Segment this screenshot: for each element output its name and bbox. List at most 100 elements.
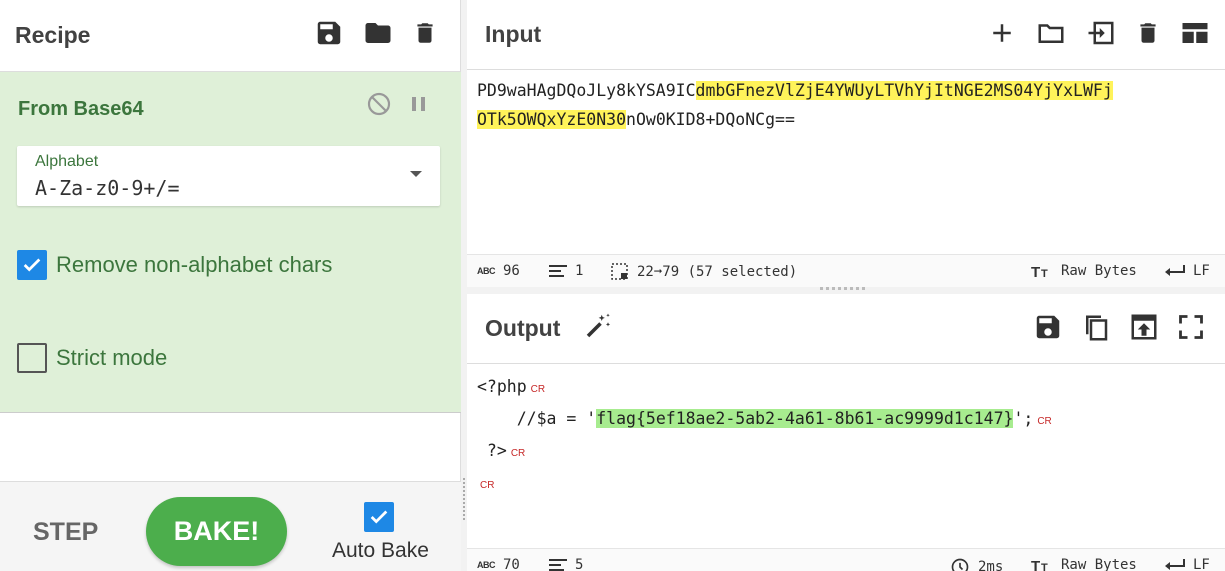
remove-non-alphabet-option[interactable]: Remove non-alphabet chars [17, 250, 332, 280]
input-title: Input [485, 21, 542, 47]
text-encoding-icon: TT [1031, 558, 1048, 571]
input-encoding: Raw Bytes [1061, 263, 1137, 279]
alphabet-select[interactable]: Alphabet A-Za-z0-9+/= [17, 146, 440, 206]
bake-controls: STEP BAKE! Auto Bake [0, 481, 461, 571]
output-actions [1033, 312, 1205, 344]
input-length-stat: ABC 96 [477, 263, 520, 279]
input-encoding-stat[interactable]: TT Raw Bytes [1031, 263, 1137, 279]
input-lines: 1 [575, 263, 584, 279]
output-encoding-stat[interactable]: TT Raw Bytes [1031, 557, 1137, 571]
input-actions [987, 18, 1211, 48]
input-text-area[interactable]: PD9waHAgDQoJLy8kYSA9ICdmbGFnezVlZjE4YWUy… [467, 70, 1225, 140]
length-abc-icon: ABC [477, 560, 496, 570]
svg-text:T: T [1041, 562, 1048, 571]
selection-icon [611, 263, 628, 280]
output-line-1: <?php [477, 377, 527, 396]
input-length: 96 [503, 263, 520, 279]
magic-wand-icon[interactable] [582, 311, 614, 346]
strict-mode-checkbox[interactable] [17, 343, 47, 373]
input-selection-part2: OTk5OWQxYzE0N30 [477, 110, 627, 129]
cr-marker: CR [530, 384, 546, 395]
text-encoding-icon: TT [1031, 264, 1048, 279]
output-line-3: ?> [477, 441, 507, 460]
svg-text:T: T [1031, 558, 1040, 571]
add-tab-plus-icon[interactable] [987, 18, 1017, 48]
pause-breakpoint-icon[interactable] [409, 92, 429, 121]
length-abc-icon: ABC [477, 266, 496, 276]
cr-marker: CR [1037, 416, 1052, 427]
open-input-icon[interactable] [1085, 18, 1117, 48]
cyberchef-app: Recipe From Base64 Alphabet A-Za-z0-9+/=… [0, 0, 1225, 571]
eol-arrow-icon [1165, 559, 1185, 570]
output-lines-stat: 5 [549, 557, 583, 571]
clock-icon [951, 558, 969, 571]
lines-icon [549, 265, 567, 277]
output-flag-highlight: flag{5ef18ae2-5ab2-4a61-8b61-ac9999d1c14… [596, 409, 1014, 428]
output-title: Output [485, 315, 561, 341]
lines-icon [549, 559, 567, 571]
output-panel: Output <?php CR //$a = 'flag{5ef18ae2-5a… [467, 294, 1225, 571]
operation-from-base64: From Base64 Alphabet A-Za-z0-9+/= Remove… [0, 72, 461, 413]
input-text-start: PD9waHAgDQoJLy8kYSA9IC [477, 81, 696, 100]
recipe-header-actions [314, 18, 438, 48]
open-file-folder-icon[interactable] [1035, 18, 1067, 48]
save-output-icon[interactable] [1033, 312, 1063, 344]
bake-time: 2ms [978, 559, 1004, 571]
alphabet-value: A-Za-z0-9+/= [35, 176, 180, 200]
recipe-header: Recipe [0, 0, 460, 72]
input-selection-stat: 22➞79 (57 selected) [611, 263, 797, 281]
cr-marker: CR [480, 480, 495, 491]
clear-recipe-trash-icon[interactable] [412, 18, 438, 48]
disable-operation-icon[interactable] [367, 92, 391, 121]
output-lines: 5 [575, 557, 584, 571]
maximise-output-icon[interactable] [1177, 312, 1205, 344]
input-status-bar: ABC 96 1 22➞79 (57 selected) TT Raw Byte… [467, 254, 1225, 287]
operation-title: From Base64 [18, 98, 144, 120]
output-text-area[interactable]: <?php CR //$a = 'flag{5ef18ae2-5ab2-4a61-… [467, 364, 1225, 506]
output-header: Output [467, 294, 1225, 364]
load-recipe-folder-icon[interactable] [362, 18, 394, 48]
svg-text:T: T [1041, 268, 1048, 279]
recipe-title: Recipe [15, 22, 91, 48]
replace-input-with-output-icon[interactable] [1129, 312, 1159, 344]
bake-time-stat: 2ms [950, 557, 1003, 571]
input-selection-range: 22➞79 (57 selected) [637, 264, 798, 280]
remove-non-alphabet-label: Remove non-alphabet chars [56, 252, 333, 277]
clear-input-trash-icon[interactable] [1135, 18, 1161, 48]
output-status-bar: ABC 70 5 2ms TT Raw Bytes LF [467, 548, 1225, 571]
bake-button[interactable]: BAKE! [146, 497, 287, 566]
eol-arrow-icon [1165, 265, 1185, 276]
reset-layout-icon[interactable] [1179, 18, 1211, 48]
svg-text:T: T [1031, 264, 1040, 279]
output-line-2-start: //$a = ' [477, 409, 597, 428]
alphabet-label: Alphabet [35, 153, 99, 170]
strict-mode-label: Strict mode [56, 345, 168, 370]
cr-marker: CR [510, 448, 526, 459]
input-panel: Input PD9waHAgDQoJLy8kYSA9ICdmbGFnezVlZj… [467, 0, 1225, 287]
strict-mode-option[interactable]: Strict mode [17, 343, 167, 373]
copy-output-icon[interactable] [1081, 312, 1111, 344]
input-eol-stat[interactable]: LF [1165, 263, 1210, 279]
output-eol-stat[interactable]: LF [1165, 557, 1210, 571]
input-header: Input [467, 0, 1225, 70]
recipe-panel: Recipe From Base64 Alphabet A-Za-z0-9+/=… [0, 0, 461, 571]
input-selection-part1: dmbGFnezVlZjE4YWUyLTVhYjItNGE2MS04YjYxLW… [695, 81, 1113, 100]
save-recipe-icon[interactable] [314, 18, 344, 48]
io-resizer-grip-icon[interactable] [820, 287, 868, 290]
output-encoding: Raw Bytes [1061, 557, 1137, 571]
output-length: 70 [503, 557, 520, 571]
remove-non-alphabet-checkbox[interactable] [17, 250, 47, 280]
checkmark-icon [370, 510, 388, 524]
auto-bake-label: Auto Bake [332, 539, 429, 562]
input-text-end: nOw0KID8+DQoNCg== [626, 110, 795, 129]
resizer-grip-icon[interactable] [463, 478, 465, 522]
input-eol: LF [1193, 263, 1210, 279]
output-length-stat: ABC 70 [477, 557, 520, 571]
step-button[interactable]: STEP [33, 518, 98, 547]
auto-bake-checkbox[interactable] [364, 502, 394, 532]
output-eol: LF [1193, 557, 1210, 571]
chevron-down-icon[interactable] [410, 171, 422, 177]
input-lines-stat: 1 [549, 263, 583, 279]
operation-controls [367, 92, 429, 121]
output-line-2-end: '; [1013, 409, 1034, 428]
